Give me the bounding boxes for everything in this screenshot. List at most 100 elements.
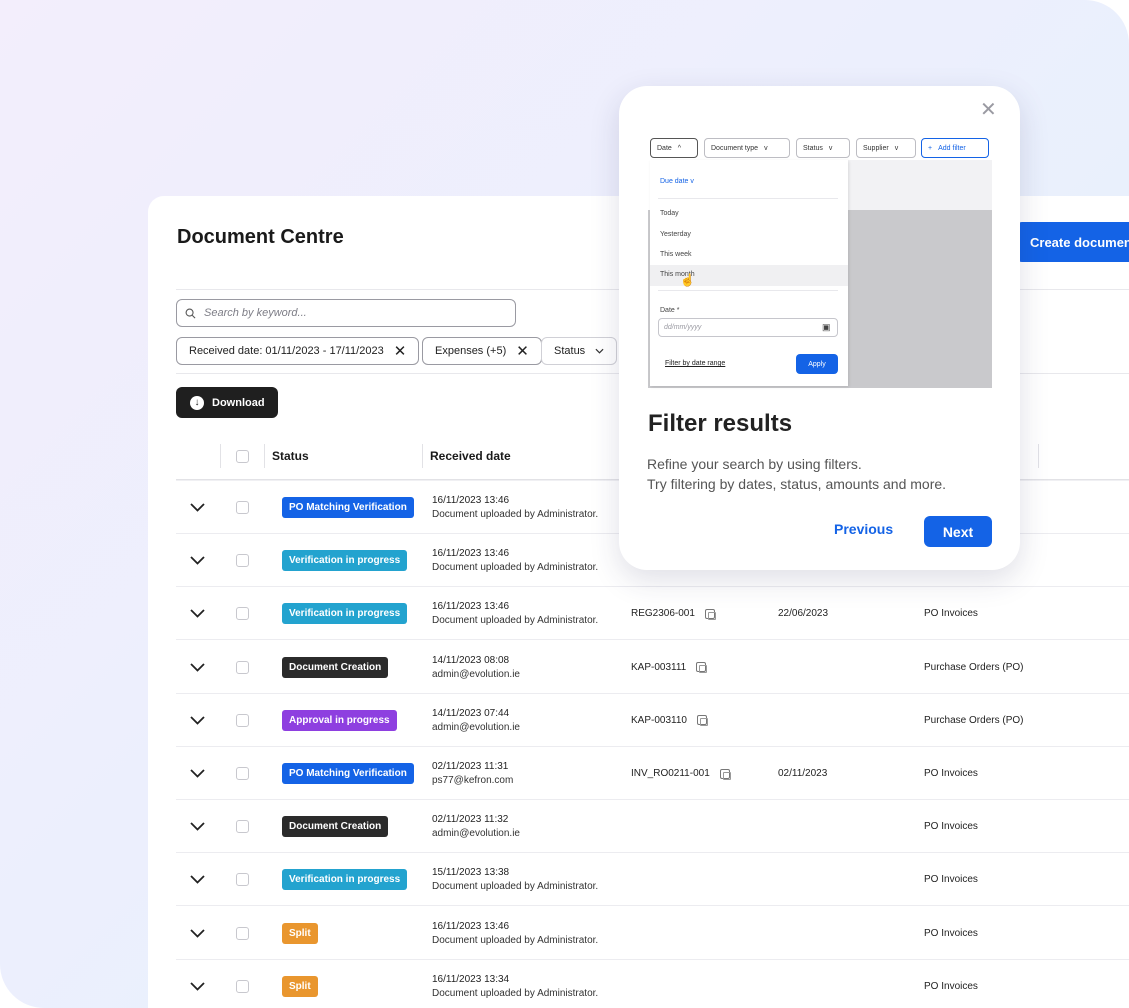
row-checkbox[interactable]: [236, 713, 249, 727]
received-by: Document uploaded by Administrator.: [432, 509, 599, 520]
expand-row-icon[interactable]: [190, 587, 205, 640]
received-date: 16/11/2023 13:46: [432, 495, 510, 506]
status-badge: Verification in progress: [282, 603, 408, 625]
preview-chip-label: Status: [803, 144, 823, 152]
document-reference: REG2306-001: [631, 608, 695, 620]
status-badge: Split: [282, 922, 318, 944]
close-icon[interactable]: ✕: [394, 344, 407, 359]
table-row[interactable]: Split 16/11/2023 13:34 Document uploaded b…: [176, 960, 1129, 1008]
received-date: 16/11/2023 13:46: [432, 920, 510, 932]
preview-due-date: Due date v: [660, 178, 694, 185]
status-badge: Approval in progress: [282, 709, 397, 731]
preview-chip-label: Add filter: [938, 144, 966, 152]
copy-icon[interactable]: [696, 662, 708, 674]
search-input[interactable]: Search by keyword...: [176, 299, 516, 327]
previous-button[interactable]: Previous: [834, 521, 893, 537]
document-type: PO Invoices: [924, 980, 978, 992]
received-by: admin@evolution.ie: [432, 721, 520, 733]
copy-icon[interactable]: [719, 768, 731, 780]
row-checkbox[interactable]: [236, 660, 249, 674]
close-icon[interactable]: ✕: [980, 100, 997, 120]
close-icon[interactable]: ✕: [516, 344, 529, 359]
document-reference: INV_RO0211-001: [631, 768, 710, 779]
received-by: Document uploaded by Administrator.: [432, 934, 599, 946]
filter-chip-label: Received date: 01/11/2023 - 17/11/2023: [189, 345, 384, 357]
expand-row-icon[interactable]: [190, 960, 205, 1008]
download-button[interactable]: ↓ Download: [176, 387, 278, 418]
table-row[interactable]: Verification in progress 16/11/2023 13:46…: [176, 587, 1129, 641]
preview-option-this-week: This week: [660, 251, 692, 258]
received-date: 02/11/2023 11:32: [432, 814, 509, 826]
status-badge: Split: [282, 975, 318, 997]
table-row[interactable]: Document Creation 14/11/2023 08:08 admin@e…: [176, 641, 1129, 694]
table-row[interactable]: PO Matching Verification 02/11/2023 11:31…: [176, 747, 1129, 800]
next-button[interactable]: Next: [924, 516, 992, 547]
row-checkbox[interactable]: [236, 767, 249, 780]
column-separator: [422, 444, 423, 468]
due-date: 22/06/2023: [778, 608, 829, 620]
select-all-checkbox[interactable]: [236, 449, 249, 463]
expand-row-icon[interactable]: [190, 853, 205, 906]
expand-row-icon[interactable]: [190, 641, 205, 694]
copy-icon[interactable]: [704, 608, 716, 620]
cursor-hand-icon: ☝: [680, 273, 695, 287]
received-by: Document uploaded by Administrator.: [432, 881, 599, 893]
preview-chip-label: Document type: [711, 144, 759, 152]
create-document-button[interactable]: Create document: [1016, 222, 1129, 262]
filter-chip-status[interactable]: Status: [541, 337, 618, 365]
divider: [658, 198, 838, 199]
received-by: Document uploaded by Administrator.: [432, 615, 599, 627]
received-date: 16/11/2023 13:46: [432, 548, 510, 560]
document-type: PO Invoices: [924, 874, 978, 886]
row-checkbox[interactable]: [236, 554, 249, 568]
filter-chip-expenses[interactable]: Expenses (+5) ✕: [422, 337, 542, 365]
received-date: 02/11/2023 11:31: [432, 761, 509, 772]
table-row[interactable]: Approval in progress 14/11/2023 07:44 admi…: [176, 694, 1129, 747]
row-checkbox[interactable]: [236, 926, 249, 940]
column-header-received-date[interactable]: Received date: [430, 432, 511, 480]
chevron-down-icon: v: [690, 178, 694, 185]
row-checkbox[interactable]: [236, 501, 249, 514]
column-separator: [1038, 444, 1039, 468]
plus-icon: +: [928, 144, 933, 152]
calendar-icon: ▣: [822, 322, 831, 332]
row-checkbox[interactable]: [236, 607, 249, 621]
table-row[interactable]: Split 16/11/2023 13:46 Document uploaded b…: [176, 907, 1129, 960]
expand-row-icon[interactable]: [190, 534, 205, 587]
received-date: 14/11/2023 07:44: [432, 707, 510, 719]
copy-icon[interactable]: [696, 715, 708, 727]
preview-date-label: Date *: [660, 307, 680, 314]
received-date: 16/11/2023 13:46: [432, 601, 510, 613]
column-header-status[interactable]: Status: [272, 432, 309, 480]
preview-date-placeholder: dd/mm/yyyy: [664, 324, 702, 331]
expand-row-icon[interactable]: [190, 907, 205, 960]
expand-row-icon[interactable]: [190, 800, 205, 853]
document-type: Purchase Orders (PO): [924, 661, 1024, 673]
filter-chip-label: Status: [554, 345, 586, 357]
expand-row-icon[interactable]: [190, 747, 205, 800]
table-row[interactable]: Verification in progress 15/11/2023 13:38…: [176, 853, 1129, 907]
column-separator: [220, 444, 221, 468]
expand-row-icon[interactable]: [190, 694, 205, 747]
row-checkbox[interactable]: [236, 820, 249, 834]
chevron-up-icon: ^: [677, 144, 682, 152]
due-date: 02/11/2023: [778, 768, 828, 779]
preview-background: [848, 160, 992, 210]
divider: [658, 290, 838, 291]
preview-option-today: Today: [660, 210, 679, 217]
document-type: Purchase Orders (PO): [924, 714, 1024, 726]
received-date: 15/11/2023 13:38: [432, 867, 510, 879]
document-reference: KAP-003110: [631, 714, 687, 726]
filter-chip-received-date[interactable]: Received date: 01/11/2023 - 17/11/2023 ✕: [176, 337, 420, 365]
download-label: Download: [212, 396, 265, 409]
row-checkbox[interactable]: [236, 873, 249, 887]
expand-row-icon[interactable]: [190, 481, 205, 534]
preview-apply-button: Apply: [796, 354, 838, 374]
status-badge: Verification in progress: [282, 869, 408, 891]
popover-description-line: Refine your search by using filters.: [647, 456, 862, 472]
table-row[interactable]: Document Creation 02/11/2023 11:32 admin@e…: [176, 800, 1129, 854]
search-icon: [185, 308, 196, 318]
preview-chip-date: Date ^: [650, 138, 698, 158]
received-by: admin@evolution.ie: [432, 828, 520, 840]
row-checkbox[interactable]: [236, 979, 249, 993]
